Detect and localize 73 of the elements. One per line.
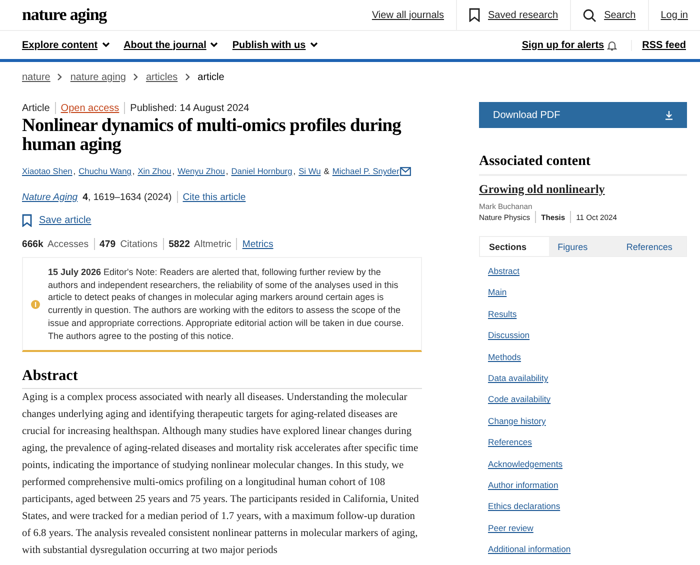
header-link[interactable]: Search	[570, 0, 648, 30]
info-icon	[31, 300, 40, 309]
author-link[interactable]: Michael P. Snyder	[332, 166, 400, 176]
breadcrumb-current: article	[198, 72, 224, 82]
associated-heading: Associated content	[479, 154, 687, 176]
header-link[interactable]: View all journals	[360, 0, 456, 30]
nav-menu[interactable]: Explore content	[22, 40, 110, 50]
section-link[interactable]: Acknowledgements	[488, 458, 563, 469]
alerts-link[interactable]: Sign up for alerts	[522, 40, 618, 50]
author-link[interactable]: Wenyu Zhou	[178, 166, 225, 176]
metric-text: 666k Accesses	[22, 238, 89, 250]
search-icon	[583, 8, 596, 22]
section-link[interactable]: Results	[488, 308, 517, 319]
section-link[interactable]: Discussion	[488, 330, 530, 340]
mail-icon[interactable]	[400, 166, 412, 176]
chevron-icon	[132, 73, 139, 81]
abstract-text: Aging is a complex process associated with nearly all diseases. Understanding the molecular changes underlying aging and identifying therapeutic targets for aging-related diseases are crucial for increasing healthspan. Although many studies have explored linear changes during aging, the prevalence of aging-related diseases and mortality risk accelerates after specific time points, indicating the importance of studying nonlinear molecular changes. In this study, we performed comprehensive multi-omics profiling on a longitudinal human cohort of 108 participants, aged between 25 years and 75 years. The participants resided in California, United States, and were tracked for a median period of 1.7 years, with a maximum follow-up duration of 6.8 years. The analysis revealed consistent nonlinear patterns in molecular markers of aging, with substantial dysregulation occurring at two major periods	[22, 391, 420, 558]
metric-text: 479 Citations	[100, 238, 158, 250]
nav-menu[interactable]: Publish with us	[232, 40, 318, 50]
author-link[interactable]: Xiaotao Shen	[22, 166, 72, 176]
author-link[interactable]: Chuchu Wang	[78, 166, 132, 176]
section-link[interactable]: Change history	[488, 416, 546, 426]
author-separator: ,	[132, 166, 135, 176]
associated-article-link[interactable]: Growing old nonlinearly	[479, 182, 605, 197]
author-link[interactable]: Xin Zhou	[138, 166, 172, 176]
metric-text: 5822 Altmetric	[168, 238, 232, 250]
article-type: Article	[22, 102, 50, 114]
breadcrumb-link[interactable]: nature aging	[70, 72, 126, 82]
chevron-icon	[57, 73, 64, 81]
bell-icon	[607, 40, 618, 50]
rss-link[interactable]: RSS feed	[631, 40, 686, 50]
section-heading: Abstract	[22, 368, 422, 390]
section-link[interactable]: References	[488, 437, 532, 448]
section-link[interactable]: Peer review	[488, 522, 534, 533]
bookmark-icon	[469, 8, 480, 22]
header-link[interactable]: Log in	[648, 0, 700, 30]
metrics-link[interactable]: Metrics	[242, 238, 274, 250]
bookmark-icon	[22, 214, 32, 227]
author-link[interactable]: Daniel Hornburg	[231, 166, 292, 176]
author-link[interactable]: Si Wu	[298, 166, 321, 176]
section-link[interactable]: Code availability	[488, 394, 551, 404]
journal-logo[interactable]: nature aging	[22, 5, 107, 25]
header-link[interactable]: Saved research	[456, 0, 570, 30]
section-link[interactable]: Data availability	[488, 372, 548, 383]
section-link[interactable]: Abstract	[488, 266, 520, 276]
caret-icon	[102, 42, 110, 48]
breadcrumb-link[interactable]: articles	[146, 72, 178, 82]
journal-link[interactable]: Nature Aging	[22, 192, 78, 202]
author-separator: ,	[172, 166, 175, 176]
section-link[interactable]: Main	[488, 287, 507, 298]
citation-text: 4, 1619–1634 (2024)	[82, 192, 172, 202]
section-link[interactable]: Additional information	[488, 544, 571, 554]
section-link[interactable]: Author information	[488, 480, 558, 490]
article-title: Nonlinear dynamics of multi-omics profiles during human aging	[22, 117, 402, 155]
section-link[interactable]: Ethics declarations	[488, 501, 560, 512]
section-link[interactable]: Methods	[488, 352, 521, 362]
save-article-link[interactable]: Save article	[22, 214, 92, 227]
open-access-label: Open access	[60, 102, 120, 114]
publish-date: Published: 14 August 2024	[130, 102, 250, 114]
sidebar-tab[interactable]: Sections	[480, 237, 549, 256]
download-icon	[665, 110, 673, 120]
author-separator: ,	[293, 166, 296, 176]
author-separator: &	[324, 166, 330, 176]
breadcrumb-link[interactable]: nature	[22, 72, 50, 82]
chevron-icon	[184, 73, 191, 81]
caret-icon	[210, 42, 218, 48]
cite-link[interactable]: Cite this article	[182, 192, 246, 202]
caret-icon	[310, 42, 318, 48]
notice-text: 15 July 2026 Editor's Note: Readers are alerted that, following further review by the authors and independent researchers, the reliability of some of the analyses used in this article to detect peaks of changes in molecular aging markers around certain ages is currently in question. The authors are working with the editors to assess the scope of the issue and appropriate corrections. Appropriate editorial action will be taken in due course. The authors agree to the posting of this notice.	[48, 266, 405, 342]
author-separator: ,	[73, 166, 76, 176]
author-separator: ,	[226, 166, 228, 176]
nav-menu[interactable]: About the journal	[124, 40, 218, 50]
download-pdf-button[interactable]: Download PDF	[479, 102, 687, 128]
